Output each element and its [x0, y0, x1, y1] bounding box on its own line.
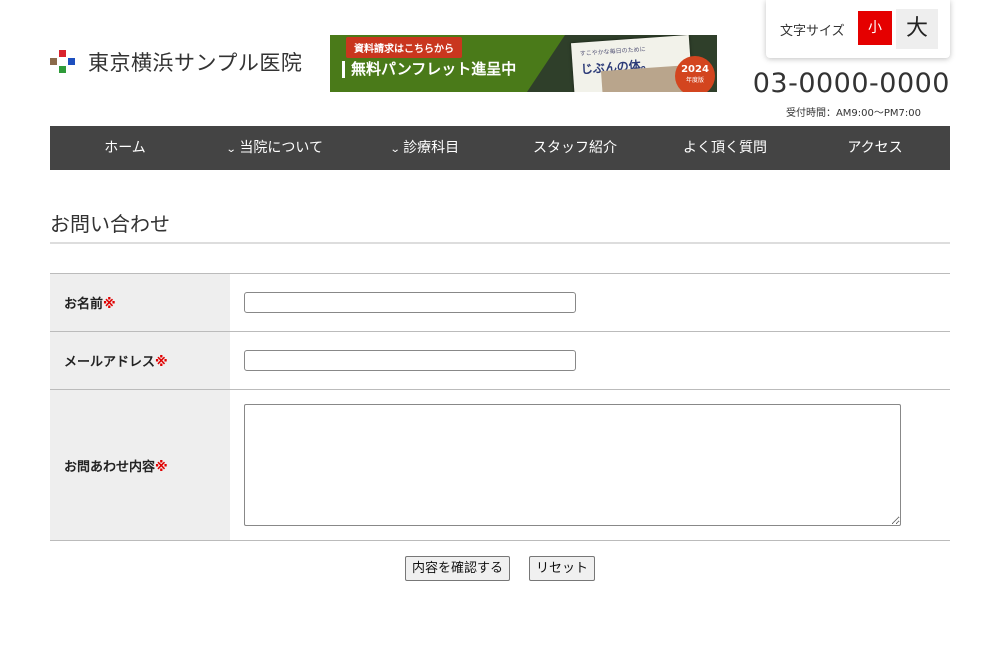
nav-label: 診療科目	[403, 140, 460, 156]
nav-label: スタッフ紹介	[533, 140, 617, 156]
chevron-down-icon: ⌄	[389, 144, 401, 155]
font-size-switcher: 文字サイズ 小 大	[766, 0, 950, 58]
confirm-button[interactable]: 内容を確認する	[404, 556, 510, 581]
field-label-name: お名前※	[50, 273, 230, 332]
form-row-name: お名前※	[50, 273, 950, 332]
global-nav: ホーム ⌄ 当院について ⌄ 診療科目 スタッフ紹介 よく頂く質問 アクセス	[50, 126, 950, 170]
nav-item-about[interactable]: ⌄ 当院について	[200, 126, 350, 170]
reception-hours: 受付時間：AM9:00〜PM7:00	[785, 108, 921, 119]
required-mark: ※	[155, 355, 168, 370]
nav-item-departments[interactable]: ⌄ 診療科目	[350, 126, 500, 170]
nav-item-home[interactable]: ホーム	[50, 126, 200, 170]
book-subtitle: すこやかな毎日のために	[579, 46, 646, 58]
font-size-small-button[interactable]: 小	[858, 11, 892, 45]
badge-sub: 年度版	[685, 77, 704, 84]
site-logo[interactable]: 東京横浜サンプル医院	[50, 47, 302, 77]
form-row-email: メールアドレス※	[50, 331, 950, 390]
book-photo	[601, 65, 683, 92]
field-label-email: メールアドレス※	[50, 331, 230, 390]
email-input[interactable]	[244, 350, 576, 371]
nav-item-faq[interactable]: よく頂く質問	[650, 126, 800, 170]
chevron-down-icon: ⌄	[225, 144, 237, 155]
title-divider	[50, 242, 950, 244]
site-name: 東京横浜サンプル医院	[88, 51, 303, 75]
nav-item-staff[interactable]: スタッフ紹介	[500, 126, 650, 170]
reset-button[interactable]: リセット	[529, 556, 596, 581]
banner-headline: 無料パンフレット進呈中	[342, 61, 516, 78]
font-size-label: 文字サイズ	[780, 24, 845, 39]
field-label-message: お問あわせ内容※	[50, 389, 230, 541]
year-badge: 2024 年度版	[675, 56, 715, 92]
nav-label: アクセス	[847, 140, 903, 156]
form-buttons: 内容を確認する リセット	[0, 556, 1000, 581]
page-title: お問い合わせ	[50, 212, 170, 236]
message-textarea[interactable]	[244, 404, 901, 526]
contact-form: お名前※ メールアドレス※ お問あわせ内容※	[50, 273, 950, 541]
banner-tag: 資料請求はこちらから	[346, 37, 462, 58]
badge-year: 2024	[681, 64, 709, 75]
form-row-message: お問あわせ内容※	[50, 389, 950, 541]
field-label-text: メールアドレス	[64, 355, 156, 370]
field-label-text: お名前	[64, 297, 104, 312]
font-size-large-button[interactable]: 大	[896, 9, 938, 49]
field-label-text: お問あわせ内容	[64, 459, 156, 475]
required-mark: ※	[103, 297, 116, 312]
pamphlet-banner[interactable]: 資料請求はこちらから 無料パンフレット進呈中 すこやかな毎日のために じぶんの体…	[330, 35, 717, 92]
nav-label: ホーム	[104, 140, 146, 156]
name-input[interactable]	[244, 292, 576, 313]
phone-number: 03-0000-0000	[752, 68, 950, 99]
required-mark: ※	[155, 459, 168, 475]
nav-label: よく頂く質問	[683, 140, 767, 156]
nav-label: 当院について	[239, 140, 323, 156]
logo-mark-icon	[50, 48, 76, 76]
nav-item-access[interactable]: アクセス	[800, 126, 950, 170]
